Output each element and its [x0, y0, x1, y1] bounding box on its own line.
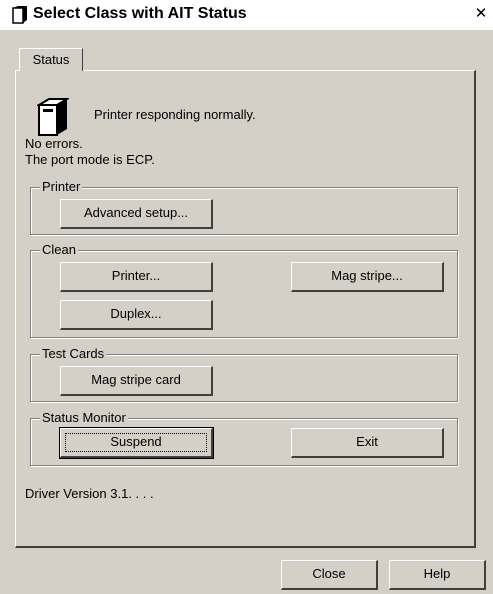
clean-mag-stripe-button[interactable]: Mag stripe...	[291, 262, 444, 292]
close-button[interactable]: Close	[281, 560, 378, 590]
title-bar: Select Class with AIT Status ✕	[0, 0, 493, 30]
clean-duplex-label: Duplex...	[110, 306, 162, 321]
driver-version: Driver Version 3.1. . . .	[25, 486, 154, 501]
port-mode-text: The port mode is ECP.	[25, 152, 155, 167]
clean-printer-label: Printer...	[111, 268, 161, 283]
suspend-label: Suspend	[110, 434, 162, 449]
close-icon[interactable]: ✕	[471, 4, 491, 24]
printer-icon	[12, 6, 27, 24]
clean-duplex-button[interactable]: Duplex...	[60, 300, 213, 330]
tab-status[interactable]: Status	[19, 48, 83, 71]
exit-label: Exit	[356, 434, 378, 449]
window-title: Select Class with AIT Status	[33, 5, 247, 22]
exit-button[interactable]: Exit	[291, 428, 444, 458]
suspend-button[interactable]: Suspend	[59, 427, 214, 459]
clean-printer-button[interactable]: Printer...	[60, 262, 213, 292]
close-label: Close	[312, 566, 346, 581]
test-cards-group-label: Test Cards	[40, 346, 107, 361]
help-button[interactable]: Help	[389, 560, 486, 590]
help-label: Help	[423, 566, 451, 581]
status-message: Printer responding normally.	[94, 107, 256, 122]
mag-stripe-card-label: Mag stripe card	[91, 372, 181, 387]
advanced-setup-button[interactable]: Advanced setup...	[60, 199, 213, 229]
errors-text: No errors.	[25, 136, 83, 151]
printer-icon	[37, 98, 69, 136]
printer-group-label: Printer	[40, 179, 83, 194]
advanced-setup-label: Advanced setup...	[83, 205, 189, 220]
mag-stripe-card-button[interactable]: Mag stripe card	[60, 366, 213, 396]
status-monitor-group-label: Status Monitor	[40, 410, 128, 425]
clean-mag-stripe-label: Mag stripe...	[331, 268, 403, 283]
clean-group-label: Clean	[40, 242, 78, 257]
